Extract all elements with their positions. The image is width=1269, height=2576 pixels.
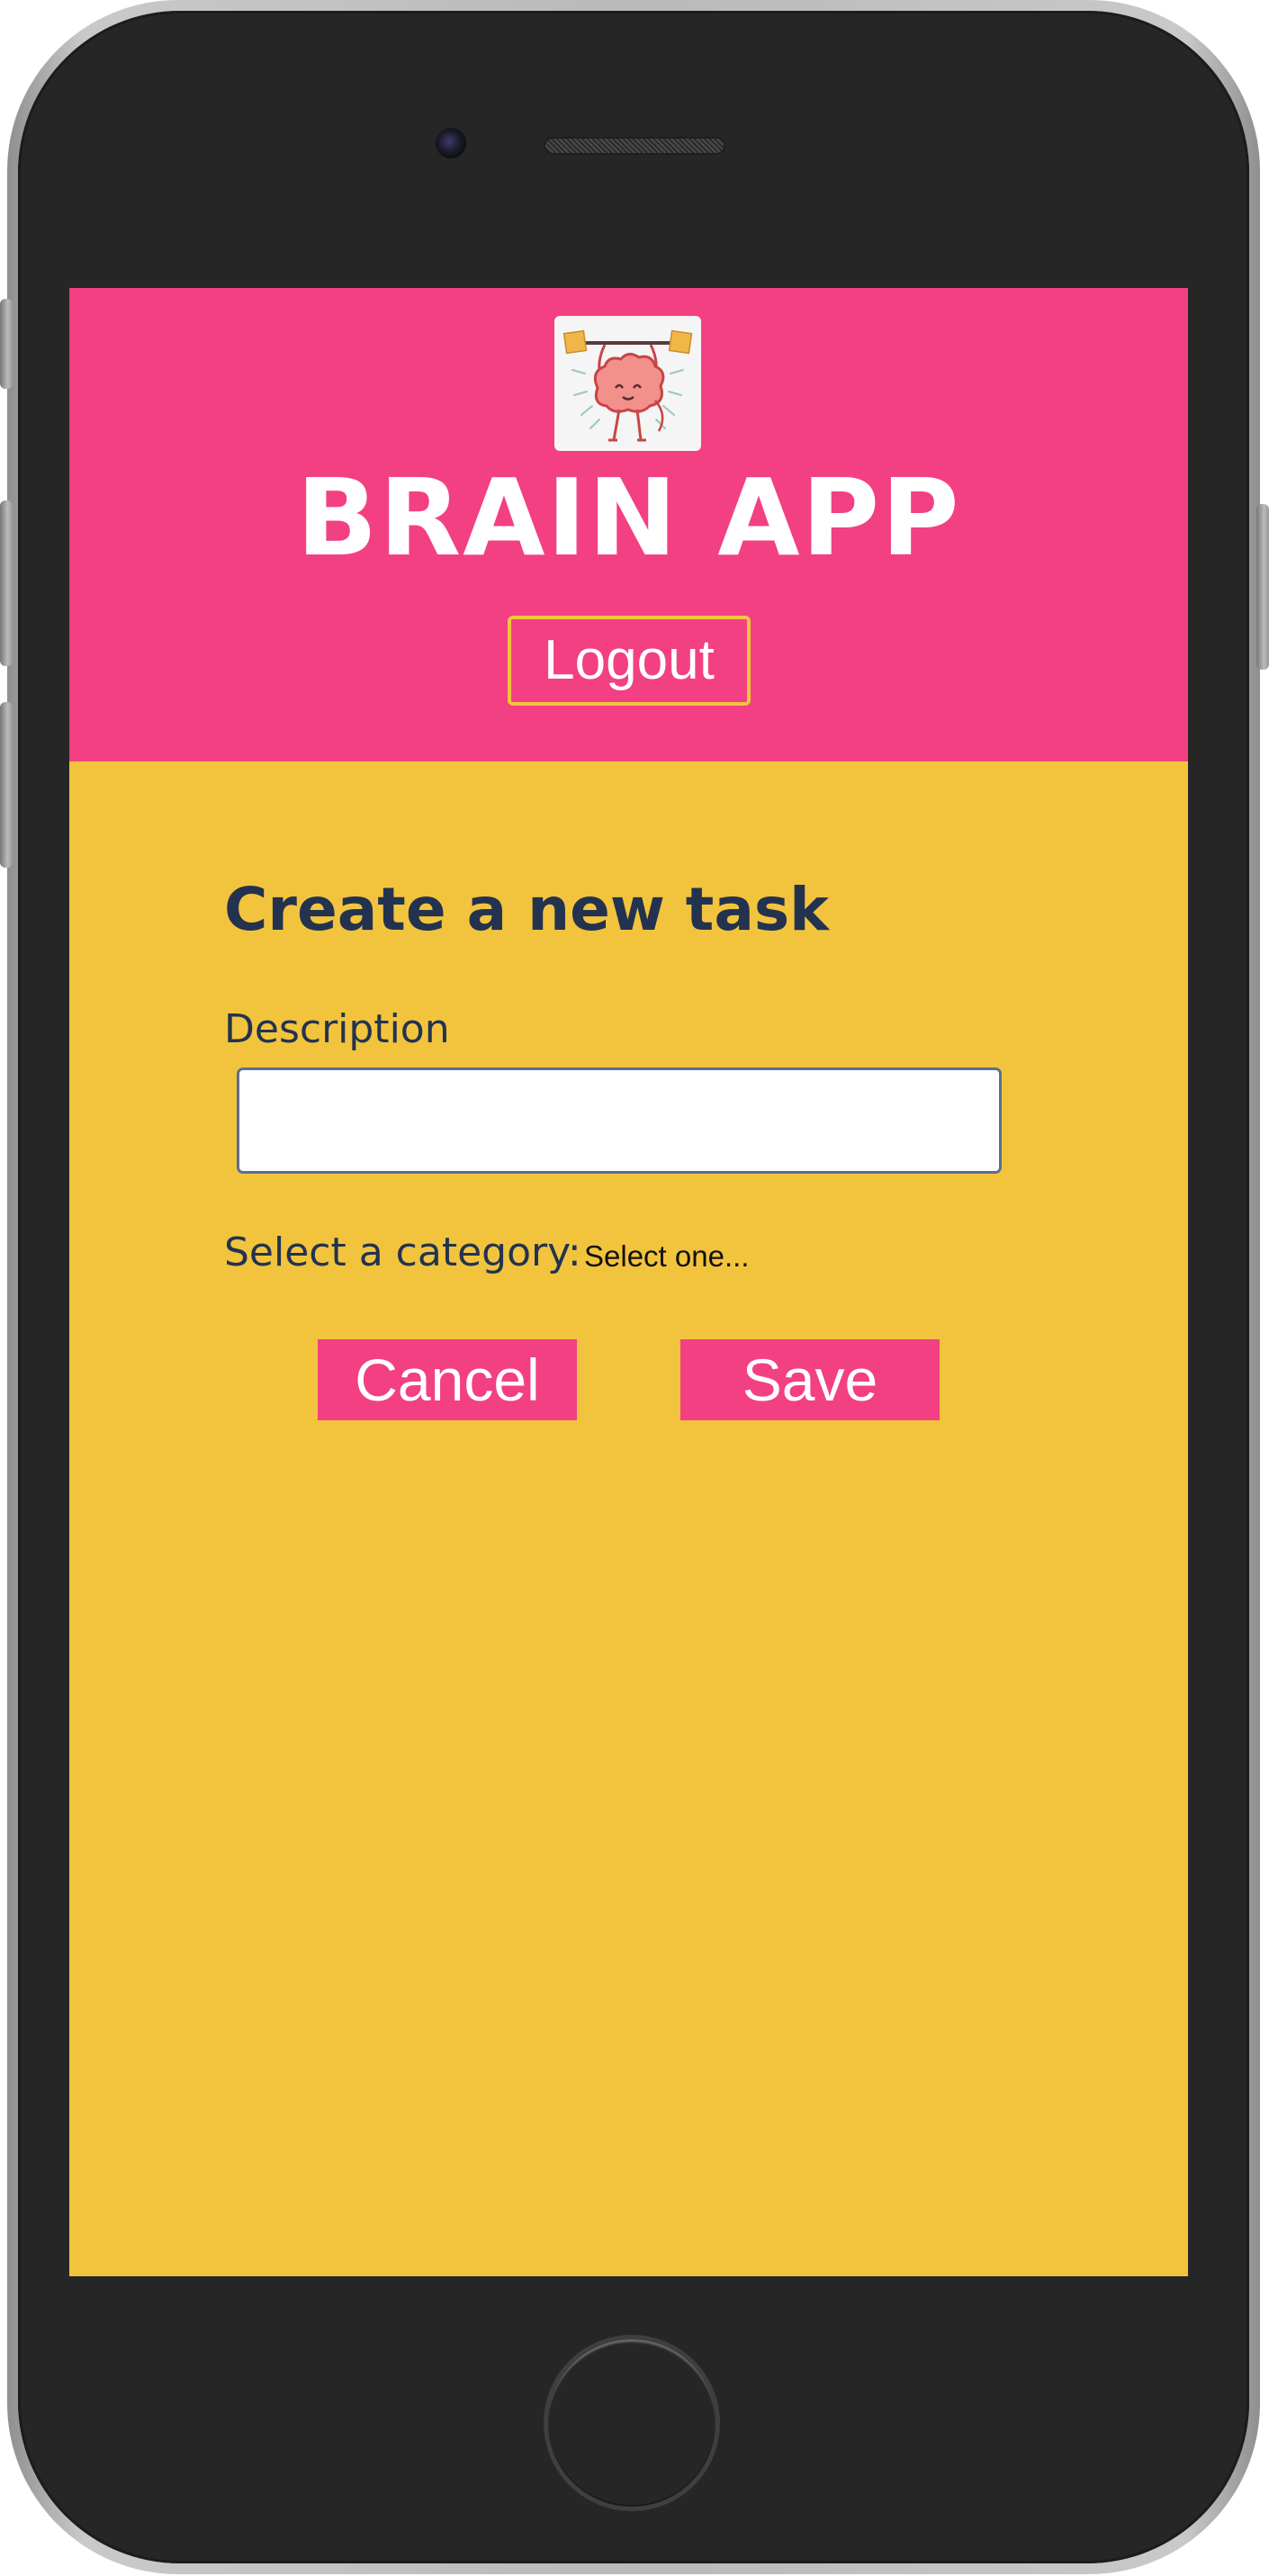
cancel-button[interactable]: Cancel — [318, 1339, 577, 1420]
volume-down-button — [0, 702, 13, 868]
page: BRAIN APP Logout Create a new task Descr… — [0, 0, 1269, 2576]
home-button[interactable] — [544, 2335, 720, 2511]
screen: BRAIN APP Logout Create a new task Descr… — [69, 288, 1188, 2276]
logout-button[interactable]: Logout — [508, 616, 751, 706]
category-select[interactable]: Select one... — [584, 1237, 749, 1276]
earpiece-speaker — [544, 137, 725, 155]
mute-switch — [0, 299, 13, 389]
brain-logo-icon — [554, 316, 701, 451]
category-label: Select a category: — [224, 1229, 581, 1275]
app-header: BRAIN APP Logout — [69, 288, 1188, 761]
front-camera — [436, 128, 466, 158]
volume-up-button — [0, 500, 13, 666]
description-label: Description — [224, 1006, 450, 1052]
form-title: Create a new task — [224, 875, 830, 944]
app-title: BRAIN APP — [296, 455, 961, 580]
description-input[interactable] — [237, 1067, 1002, 1174]
power-button — [1256, 504, 1269, 670]
save-button[interactable]: Save — [680, 1339, 940, 1420]
